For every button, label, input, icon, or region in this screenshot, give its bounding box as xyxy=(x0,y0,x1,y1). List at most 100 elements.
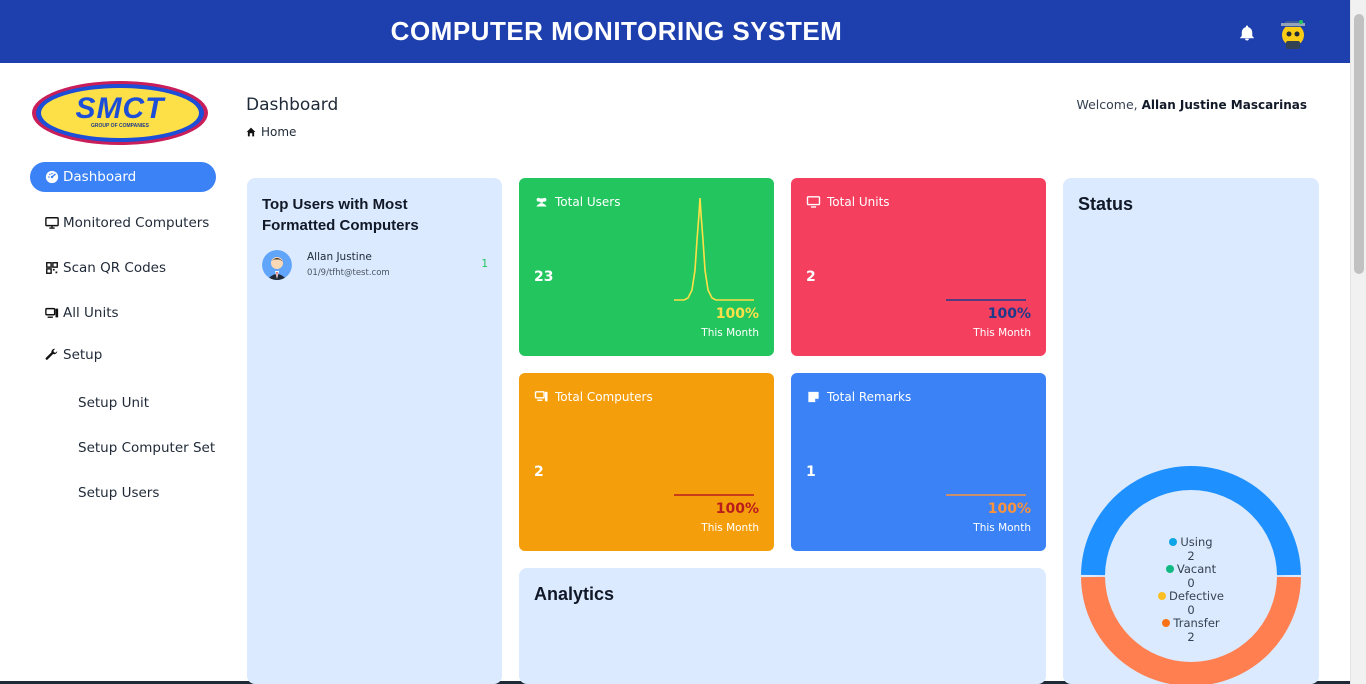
monitor-icon xyxy=(45,217,59,229)
welcome-message: Welcome, Allan Justine Mascarinas xyxy=(1076,97,1307,112)
legend-item-defective: Defective xyxy=(1063,589,1319,604)
sidebar-item-setup-computer-set[interactable]: Setup Computer Set xyxy=(30,433,216,463)
card-percent: 100% xyxy=(715,306,759,322)
units-icon xyxy=(534,391,548,402)
legend-item-using: Using xyxy=(1063,535,1319,550)
sidebar-item-label: Setup Computer Set xyxy=(78,440,216,456)
top-users-title: Top Users with Most Formatted Computers xyxy=(262,194,419,236)
sparkline-chart xyxy=(946,299,1026,301)
sparkline-chart xyxy=(674,494,754,496)
status-title: Status xyxy=(1078,194,1134,214)
vertical-scrollbar[interactable] xyxy=(1350,0,1366,684)
status-panel: Status Using 2 Vacant 0 Defective 0 Tran… xyxy=(1063,178,1319,684)
status-legend: Using 2 Vacant 0 Defective 0 Transfer 2 xyxy=(1063,535,1319,644)
monitor-icon xyxy=(806,196,821,208)
sparkline-chart xyxy=(946,494,1026,496)
top-users-title-line1: Top Users with Most xyxy=(262,196,408,213)
scrollbar-thumb[interactable] xyxy=(1354,14,1364,274)
card-value: 2 xyxy=(534,464,544,480)
sidebar-item-all-units[interactable]: All Units xyxy=(30,298,216,328)
legend-label: Using xyxy=(1180,535,1213,549)
legend-value: 2 xyxy=(1187,548,1195,563)
page-title: Dashboard xyxy=(246,95,339,115)
legend-label: Vacant xyxy=(1176,562,1217,576)
bell-icon[interactable] xyxy=(1238,24,1256,42)
total-computers-card[interactable]: Total Computers 2 100% This Month xyxy=(519,373,774,551)
card-value: 2 xyxy=(806,269,816,285)
home-icon xyxy=(246,127,256,137)
sidebar-item-label: Dashboard xyxy=(63,169,137,185)
legend-value: 0 xyxy=(1187,602,1195,617)
card-title: Total Remarks xyxy=(806,390,911,404)
sidebar-item-label: All Units xyxy=(63,305,119,321)
card-title-text: Total Computers xyxy=(555,390,653,404)
total-units-card[interactable]: Total Units 2 100% This Month xyxy=(791,178,1046,356)
logo-subtext: GROUP OF COMPANIES xyxy=(91,123,149,129)
top-user-name: Allan Justine xyxy=(307,251,372,263)
card-title: Total Units xyxy=(806,195,890,209)
top-user-row[interactable]: Allan Justine 01/9/tfht@test.com 1 xyxy=(262,250,488,282)
dashboard-icon xyxy=(45,170,59,184)
card-percent: 100% xyxy=(715,501,759,517)
sidebar-item-label: Monitored Computers xyxy=(63,215,210,231)
total-remarks-card[interactable]: Total Remarks 1 100% This Month xyxy=(791,373,1046,551)
sidebar-item-label: Setup Unit xyxy=(78,395,150,411)
user-avatar-icon xyxy=(262,250,292,280)
top-users-panel: Top Users with Most Formatted Computers … xyxy=(247,178,502,684)
sidebar-item-scan-qr-codes[interactable]: Scan QR Codes xyxy=(30,253,216,283)
card-period: This Month xyxy=(701,327,759,339)
welcome-prefix: Welcome, xyxy=(1076,97,1138,112)
legend-value: 2 xyxy=(1187,629,1195,644)
legend-dot xyxy=(1162,619,1171,627)
legend-item-transfer: Transfer xyxy=(1063,616,1319,631)
sparkline-line xyxy=(674,197,754,301)
qr-icon xyxy=(46,262,58,274)
top-user-count: 1 xyxy=(481,258,488,270)
sidebar-item-monitored-computers[interactable]: Monitored Computers xyxy=(30,208,216,238)
card-title-text: Total Units xyxy=(827,195,890,209)
note-icon xyxy=(808,391,819,403)
wrench-icon xyxy=(45,348,58,360)
analytics-panel: Analytics xyxy=(519,568,1046,684)
breadcrumb-home[interactable]: Home xyxy=(261,125,296,139)
units-icon xyxy=(45,307,59,318)
card-percent: 100% xyxy=(987,501,1031,517)
card-title-text: Total Remarks xyxy=(827,390,912,404)
users-icon xyxy=(536,197,547,207)
smct-logo: SMCT GROUP OF COMPANIES xyxy=(30,78,210,148)
sidebar-item-label: Setup Users xyxy=(78,485,160,501)
legend-dot xyxy=(1169,538,1178,546)
top-users-title-line2: Formatted Computers xyxy=(262,217,419,234)
card-period: This Month xyxy=(973,522,1031,534)
card-value: 23 xyxy=(534,269,554,285)
sidebar-item-dashboard[interactable]: Dashboard xyxy=(30,162,216,192)
sidebar-item-setup-unit[interactable]: Setup Unit xyxy=(30,388,216,418)
sidebar-item-setup[interactable]: Setup xyxy=(30,340,216,370)
card-title: Total Computers xyxy=(534,390,653,404)
card-period: This Month xyxy=(973,327,1031,339)
sidebar-item-label: Scan QR Codes xyxy=(63,260,167,276)
legend-label: Defective xyxy=(1169,589,1224,603)
card-title: Total Users xyxy=(534,195,620,209)
user-avatar[interactable] xyxy=(1273,13,1313,53)
legend-item-vacant: Vacant xyxy=(1063,562,1319,577)
logo-text: SMCT xyxy=(75,92,165,125)
legend-dot xyxy=(1158,592,1167,600)
welcome-name: Allan Justine Mascarinas xyxy=(1141,98,1307,112)
legend-dot xyxy=(1165,565,1174,573)
sidebar-item-label: Setup xyxy=(63,347,103,363)
breadcrumb[interactable]: Home xyxy=(246,125,296,139)
card-percent: 100% xyxy=(987,306,1031,322)
analytics-title: Analytics xyxy=(534,584,615,604)
app-title: COMPUTER MONITORING SYSTEM xyxy=(390,16,843,46)
sidebar-item-setup-users[interactable]: Setup Users xyxy=(30,478,216,508)
card-period: This Month xyxy=(701,522,759,534)
sparkline-chart xyxy=(674,197,754,301)
card-value: 1 xyxy=(806,464,816,480)
card-title-text: Total Users xyxy=(555,195,621,209)
total-users-card[interactable]: Total Users 23 100% This Month xyxy=(519,178,774,356)
top-user-email: 01/9/tfht@test.com xyxy=(307,268,390,278)
legend-value: 0 xyxy=(1187,575,1195,590)
legend-label: Transfer xyxy=(1173,616,1220,630)
top-bar: COMPUTER MONITORING SYSTEM xyxy=(0,0,1350,63)
